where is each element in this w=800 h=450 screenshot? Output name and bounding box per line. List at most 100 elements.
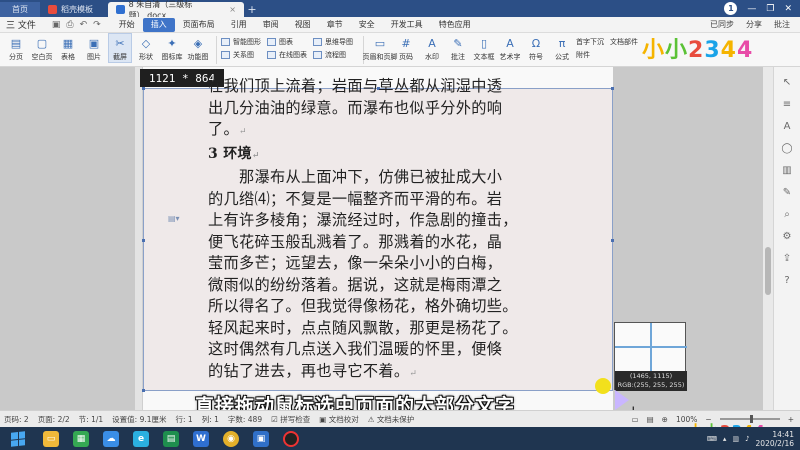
menu-5[interactable]: 视图	[287, 18, 319, 32]
selection-handle[interactable]	[142, 239, 145, 242]
taskbar-chrome[interactable]: ◉	[216, 427, 246, 450]
web-view-icon[interactable]: ⊕	[662, 415, 668, 424]
help-icon[interactable]: ?	[784, 275, 789, 286]
menu-0[interactable]: 开始	[111, 18, 143, 32]
taskbar-explorer[interactable]: ▭	[36, 427, 66, 450]
shape-icon[interactable]: ◯	[781, 143, 792, 154]
ribbon-buttons2-1-button[interactable]: # 页码	[394, 33, 418, 62]
ribbon-buttons2-6-button[interactable]: Ω 符号	[524, 33, 548, 62]
ribbon-buttons-5-button[interactable]: ◇ 形状	[134, 33, 158, 63]
taskbar-photos[interactable]: ▣	[246, 427, 276, 450]
minimize-icon[interactable]: —	[747, 4, 756, 14]
text-line[interactable]: 所以得名了。但我觉得像杨花，格外确切些。	[208, 296, 558, 318]
taskbar-wps-writer[interactable]: W	[186, 427, 216, 450]
ribbon-buttons2-2-button[interactable]: A 水印	[420, 33, 444, 62]
menu-2[interactable]: 页面布局	[175, 18, 223, 32]
layout-icon[interactable]: ▥	[782, 165, 791, 176]
tab-home[interactable]: 首页	[0, 2, 40, 17]
status-page[interactable]: 页码: 2	[4, 414, 29, 425]
selection-handle[interactable]	[142, 87, 145, 90]
close-tab-icon[interactable]: ×	[229, 5, 236, 14]
restore-icon[interactable]: ❐	[766, 4, 774, 14]
selection-handle[interactable]	[142, 389, 145, 392]
new-tab-button[interactable]: +	[244, 2, 260, 17]
ribbon-buttons-7-button[interactable]: ◈ 功能图	[186, 33, 210, 63]
ribbon-buttons2-5-button[interactable]: A 艺术字	[498, 33, 522, 62]
taskbar-baidu-netdisk[interactable]: ☁	[96, 427, 126, 450]
text-line[interactable]: 了。↵	[208, 119, 558, 144]
share-icon[interactable]: ⇪	[783, 253, 791, 264]
tray-arrow-icon[interactable]: ▴	[723, 435, 727, 443]
relation-button[interactable]: 关系图	[221, 50, 261, 60]
window-count-badge[interactable]: 1	[724, 2, 738, 15]
doc-review-button[interactable]: ▣ 文档校对	[319, 414, 358, 425]
read-mode-icon[interactable]: ▤	[647, 415, 654, 424]
menu-6[interactable]: 章节	[319, 18, 351, 32]
taskbar-excel[interactable]: ▤	[156, 427, 186, 450]
document-text[interactable]: 在我们顶上流着；岩面与草丛都从润湿中透 出几分油油的绿意。而瀑布也似乎分外的响 了。…	[208, 76, 558, 385]
text-line[interactable]: 的钻了进去，再也寻它不着。↵	[208, 361, 558, 386]
protect-status[interactable]: ⚠ 文档未保护	[368, 414, 415, 425]
ribbon-buttons-3-button[interactable]: ▣ 图片	[82, 33, 106, 63]
tab-docer[interactable]: 稻壳模板	[40, 2, 108, 17]
find-icon[interactable]: ⌕	[784, 209, 790, 220]
ribbon-buttons-4-button[interactable]: ✂ 截屏	[108, 33, 132, 63]
text-line[interactable]: 轻风起来时，点点随风飘散，那更是杨花了。	[208, 318, 558, 340]
keyboard-icon[interactable]: ⌨	[707, 435, 717, 443]
pen-icon[interactable]: ✎	[783, 187, 791, 198]
status-pages[interactable]: 页面: 2/2	[38, 414, 70, 425]
ribbon-buttons2-0-button[interactable]: ▭ 页眉和页脚	[363, 33, 398, 62]
attachment-button[interactable]: 附件	[576, 50, 604, 60]
vertical-scrollbar[interactable]	[763, 67, 773, 410]
paragraph-tool-icon[interactable]: ▤▾	[168, 214, 180, 223]
view-icon[interactable]: ▭	[631, 415, 638, 424]
text-line[interactable]: 那瀑布从上面冲下，仿佛已被扯成大小	[208, 167, 558, 189]
menu-1[interactable]: 插入	[142, 17, 175, 32]
sync-status[interactable]: 已同步	[710, 19, 734, 30]
ribbon-buttons2-3-button[interactable]: ✎ 批注	[446, 33, 470, 62]
status-words[interactable]: 字数: 489	[228, 414, 262, 425]
smartart-button[interactable]: 智能图形	[221, 37, 261, 47]
ribbon-buttons-0-button[interactable]: ▤ 分页	[4, 33, 28, 63]
text-line[interactable]: 的几绺⑷；不复是一幅整齐而平滑的布。岩	[208, 189, 558, 211]
dropcap-button[interactable]: 首字下沉	[576, 37, 604, 47]
status-setting[interactable]: 设置值: 9.1厘米	[112, 414, 166, 425]
text-line[interactable]: 这时偶然有几点送入我们温暖的怀里，便倏	[208, 339, 558, 361]
spell-check-button[interactable]: ☑ 拼写检查	[271, 414, 310, 425]
style-icon[interactable]: A	[784, 121, 791, 132]
menu-7[interactable]: 安全	[351, 18, 383, 32]
doc-parts-button[interactable]: 文档部件	[610, 37, 638, 47]
ribbon-buttons2-7-button[interactable]: π 公式	[550, 33, 574, 62]
section-heading[interactable]: 3 环境↵	[208, 144, 558, 168]
ribbon-buttons-2-button[interactable]: ▦ 表格	[56, 33, 80, 63]
taskbar-ie[interactable]: e	[126, 427, 156, 450]
close-window-icon[interactable]: ✕	[784, 4, 792, 14]
taskbar-store[interactable]: ▦	[66, 427, 96, 450]
menu-8[interactable]: 开发工具	[383, 18, 431, 32]
settings-icon[interactable]: ⚙	[783, 231, 792, 242]
mindmap-button[interactable]: 思维导图	[313, 37, 353, 47]
start-button[interactable]	[0, 427, 36, 450]
system-clock[interactable]: 14:41 2020/2/16	[756, 430, 794, 448]
ribbon-buttons-6-button[interactable]: ✦ 图标库	[160, 33, 184, 63]
share-button[interactable]: 分享	[746, 19, 762, 30]
menu-4[interactable]: 审阅	[255, 18, 287, 32]
tab-document[interactable]: 8 朱自清（三级标题）.docx ×	[108, 0, 244, 20]
comment-button[interactable]: 批注	[774, 19, 790, 30]
file-menu[interactable]: 三 文件	[0, 18, 42, 31]
ribbon-buttons-1-button[interactable]: ▢ 空白页	[30, 33, 54, 63]
text-line[interactable]: 莹而多芒；远望去，像一朵朵小小的白梅，	[208, 253, 558, 275]
redo-icon[interactable]: ↷	[93, 20, 101, 30]
format-icon[interactable]: ≡	[783, 99, 791, 110]
text-line[interactable]: 在我们顶上流着；岩面与草丛都从润湿中透	[208, 76, 558, 98]
online-chart-button[interactable]: 在线图表	[267, 50, 307, 60]
ribbon-buttons2-4-button[interactable]: ▯ 文本框	[472, 33, 496, 62]
scrollbar-thumb[interactable]	[765, 247, 771, 295]
text-line[interactable]: 微雨似的纷纷落着。据说，这就是梅雨潭之	[208, 275, 558, 297]
chart-button[interactable]: 图表	[267, 37, 307, 47]
volume-icon[interactable]: ♪	[745, 435, 749, 443]
text-line[interactable]: 上有许多棱角；瀑流经过时，作急剧的撞击，	[208, 210, 558, 232]
select-icon[interactable]: ↖	[783, 77, 791, 88]
flowchart-button[interactable]: 流程图	[313, 50, 353, 60]
text-line[interactable]: 便飞花碎玉般乱溅着了。那溅着的水花，晶	[208, 232, 558, 254]
